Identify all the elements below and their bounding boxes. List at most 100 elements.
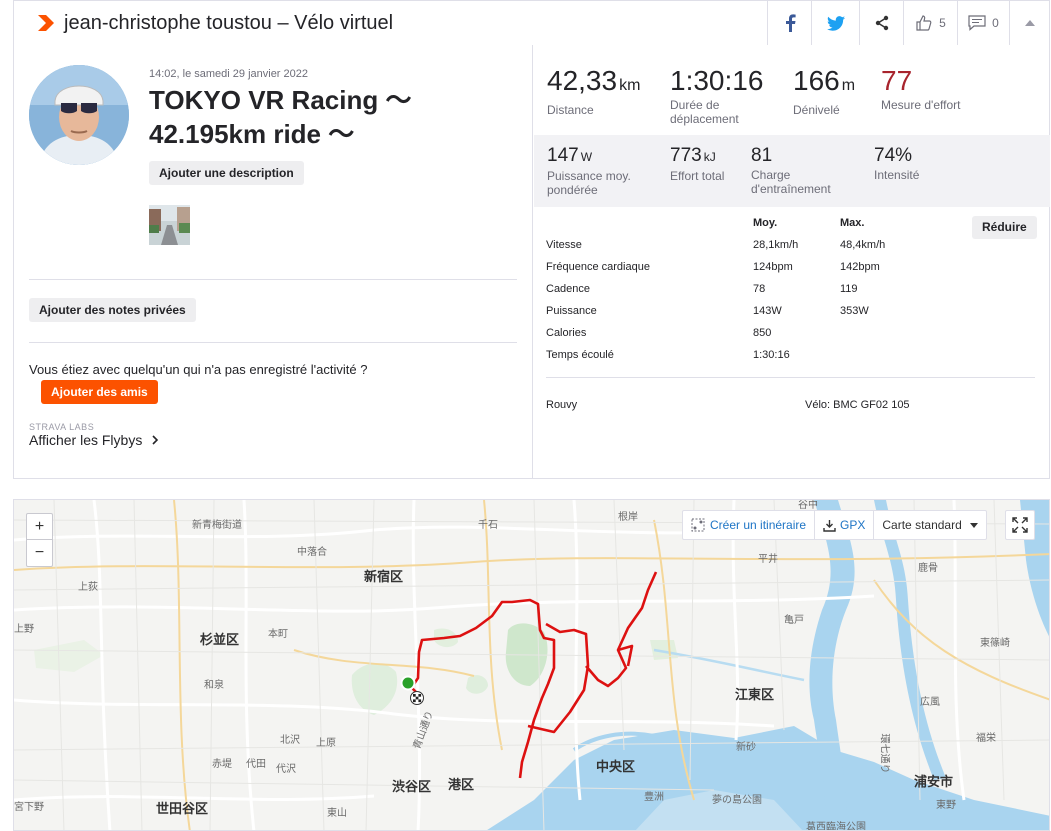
- stat-value: 147: [547, 145, 579, 166]
- map-label: 鹿骨: [918, 563, 938, 574]
- avatar[interactable]: [29, 65, 129, 165]
- stat-value: 81: [751, 145, 773, 166]
- stat-row-speed: Vitesse 28,1km/h 48,4km/h: [546, 239, 1006, 255]
- strava-labs-label: STRAVA LABS: [29, 422, 95, 432]
- download-icon: [823, 519, 836, 532]
- map-label: 中落合: [297, 547, 327, 558]
- kudos-button[interactable]: 5: [903, 1, 957, 45]
- map-label: 代沢: [276, 764, 296, 775]
- bike-name[interactable]: Vélo: BMC GF02 105: [805, 399, 910, 411]
- map-label: 港区: [448, 778, 475, 793]
- map-label: 赤堤: [212, 759, 232, 770]
- stat-row-power: Puissance 143W 353W: [546, 305, 1006, 321]
- column-header-avg: Moy.: [753, 217, 778, 229]
- add-description-button[interactable]: Ajouter une description: [149, 161, 304, 185]
- map-label: 上野: [14, 624, 34, 635]
- stat-label: Dénivelé: [793, 103, 840, 117]
- map-label: 葛西臨海公園: [806, 822, 866, 831]
- zoom-in-button[interactable]: +: [27, 514, 52, 540]
- stat-elevation: 166 m Dénivelé: [793, 65, 856, 118]
- route-map[interactable]: 新青梅街道 千石 根岸 上荻 中落合 新宿区 平井 鹿骨 杉並区 本町 亀戸 東…: [13, 499, 1050, 831]
- map-type-select[interactable]: Carte standard: [874, 511, 985, 539]
- device-name: Rouvy: [546, 399, 578, 411]
- activity-header: jean-christophe toustou – Vélo virtuel 5…: [13, 0, 1050, 46]
- stat-total-work: 773 kJ Effort total: [670, 145, 724, 183]
- map-label: 東野: [936, 800, 956, 811]
- stat-unit: m: [841, 77, 856, 94]
- zoom-out-button[interactable]: −: [27, 540, 52, 566]
- map-label: 千石: [478, 520, 498, 531]
- stat-value: 74%: [874, 145, 913, 166]
- map-label: 和泉: [204, 680, 224, 691]
- stat-label: Puissance moy. pondérée: [547, 169, 631, 197]
- chevron-logo-icon: [38, 15, 54, 31]
- stat-value: 77: [881, 65, 913, 96]
- stat-relative-effort[interactable]: 77 Mesure d'effort: [881, 65, 961, 113]
- row-label: Puissance: [546, 305, 597, 317]
- facebook-share-button[interactable]: [767, 1, 811, 45]
- stat-label: Mesure d'effort: [881, 98, 961, 112]
- comments-button[interactable]: 0: [957, 1, 1009, 45]
- start-marker-icon[interactable]: [400, 675, 416, 691]
- row-max: 353W: [840, 305, 869, 317]
- row-avg: 28,1km/h: [753, 239, 799, 251]
- row-max: 119: [840, 283, 858, 295]
- row-max: 48,4km/h: [840, 239, 886, 251]
- zoom-control: + −: [26, 513, 53, 567]
- map-background: [14, 500, 1049, 830]
- share-button[interactable]: [859, 1, 903, 45]
- activity-datetime: 14:02, le samedi 29 janvier 2022: [149, 68, 308, 80]
- map-label: 東山: [327, 808, 347, 819]
- stat-row-heart-rate: Fréquence cardiaque 124bpm 142bpm: [546, 261, 1006, 277]
- row-avg: 1:30:16: [753, 349, 790, 361]
- caret-up-icon: [1024, 20, 1035, 26]
- add-private-notes-button[interactable]: Ajouter des notes privées: [29, 298, 196, 322]
- activity-photo-thumbnail[interactable]: [149, 205, 190, 245]
- row-avg: 850: [753, 327, 772, 339]
- stat-weighted-power: 147 W Puissance moy. pondérée: [547, 145, 657, 197]
- map-label: 東篠崎: [980, 638, 1010, 649]
- map-label: 本町: [268, 629, 288, 640]
- stat-training-load: 81 Charge d'entraînement: [751, 145, 851, 196]
- add-friends-button[interactable]: Ajouter des amis: [41, 380, 158, 404]
- gpx-download-button[interactable]: GPX: [815, 511, 875, 539]
- map-label: 環七通り: [878, 733, 890, 774]
- fullscreen-button[interactable]: [1005, 510, 1035, 540]
- athlete-photo: [29, 65, 129, 165]
- reduce-button[interactable]: Réduire: [972, 216, 1037, 239]
- map-label: 宮下野: [14, 802, 44, 813]
- share-icon: [875, 15, 888, 31]
- caret-down-icon: [969, 522, 978, 528]
- map-label: 豊洲: [644, 792, 664, 803]
- fullscreen-icon: [1012, 517, 1028, 533]
- activity-title[interactable]: TOKYO VR Racing ～ 42.195km ride ～: [149, 83, 449, 151]
- row-label: Temps écoulé: [546, 349, 614, 361]
- map-label: 根岸: [618, 512, 638, 523]
- street-photo: [149, 205, 190, 245]
- flybys-label: Afficher les Flybys: [29, 432, 143, 448]
- map-label: 北沢: [280, 735, 300, 746]
- gpx-label: GPX: [840, 518, 866, 532]
- stat-value: 166: [793, 65, 840, 96]
- stat-value: 773: [670, 145, 702, 166]
- twitter-share-button[interactable]: [811, 1, 859, 45]
- stat-unit: W: [580, 150, 593, 164]
- stat-row-calories: Calories 850: [546, 327, 1006, 343]
- create-route-button[interactable]: Créer un itinéraire: [683, 511, 816, 539]
- collapse-button[interactable]: [1009, 1, 1049, 45]
- stat-row-elapsed-time: Temps écoulé 1:30:16: [546, 349, 1006, 365]
- finish-flag-icon[interactable]: [410, 691, 424, 705]
- row-avg: 78: [753, 283, 766, 295]
- kudos-count: 5: [939, 16, 946, 30]
- row-avg: 143W: [753, 305, 782, 317]
- map-label: 渋谷区: [392, 780, 432, 795]
- secondary-stats: 147 W Puissance moy. pondérée 773 kJ Effor…: [534, 135, 1050, 207]
- chevron-right-icon: [152, 435, 159, 445]
- column-header-max: Max.: [840, 217, 865, 229]
- divider: [29, 342, 517, 343]
- flybys-link[interactable]: Afficher les Flybys: [29, 432, 159, 448]
- map-type-label: Carte standard: [882, 518, 962, 532]
- row-label: Fréquence cardiaque: [546, 261, 650, 273]
- row-label: Calories: [546, 327, 587, 339]
- map-label: 浦安市: [914, 775, 954, 790]
